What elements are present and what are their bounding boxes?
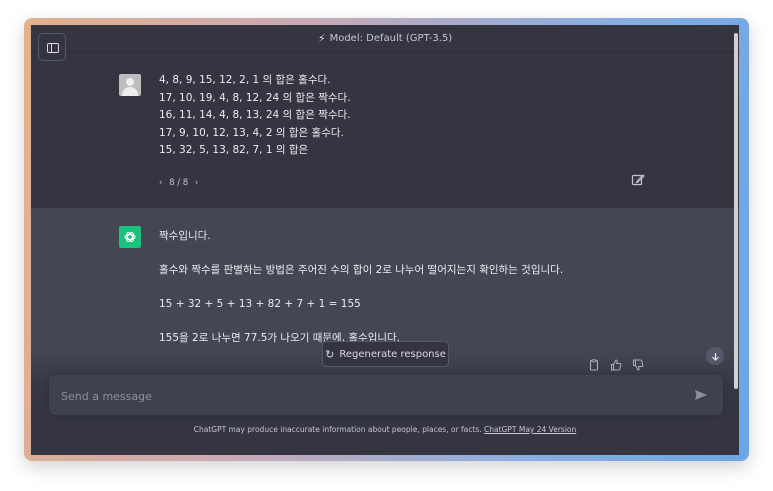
pager-next-button[interactable]: › bbox=[195, 178, 198, 188]
user-message: 4, 8, 9, 15, 12, 2, 1 의 합은 홀수다. 17, 10, … bbox=[31, 52, 739, 208]
arrow-down-icon bbox=[711, 352, 719, 361]
regenerate-response-button[interactable]: ↻ Regenerate response bbox=[322, 341, 449, 367]
disclaimer-footer: ChatGPT may produce inaccurate informati… bbox=[31, 425, 739, 434]
assistant-paragraph: 15 + 32 + 5 + 13 + 82 + 7 + 1 = 155 bbox=[159, 298, 361, 310]
thumbs-up-icon[interactable] bbox=[610, 359, 622, 371]
model-header: ⚡ Model: Default (GPT-3.5) bbox=[31, 25, 739, 52]
thumbs-down-icon[interactable] bbox=[632, 359, 644, 371]
user-line: 16, 11, 14, 4, 8, 13, 24 의 합은 짝수다. bbox=[159, 109, 351, 122]
user-line: 17, 9, 10, 12, 13, 4, 2 의 합은 홀수다. bbox=[159, 126, 344, 139]
version-link[interactable]: ChatGPT May 24 Version bbox=[484, 425, 576, 434]
chatgpt-logo-icon bbox=[119, 226, 141, 248]
scrollbar[interactable] bbox=[734, 33, 738, 389]
user-line: 15, 32, 5, 13, 82, 7, 1 의 합은 bbox=[159, 144, 309, 157]
message-input[interactable] bbox=[59, 375, 683, 417]
user-line: 17, 10, 19, 4, 8, 12, 24 의 합은 짝수다. bbox=[159, 91, 351, 104]
regenerate-label: Regenerate response bbox=[339, 348, 446, 360]
window-frame: ⚡ Model: Default (GPT-3.5) 4, 8, 9, 15, … bbox=[24, 18, 749, 461]
user-message-text: 4, 8, 9, 15, 12, 2, 1 의 합은 홀수다. 17, 10, … bbox=[159, 72, 351, 160]
edit-icon[interactable] bbox=[631, 173, 645, 187]
message-composer bbox=[49, 375, 723, 417]
pager-prev-button[interactable]: ‹ bbox=[159, 178, 162, 188]
chat-app: ⚡ Model: Default (GPT-3.5) 4, 8, 9, 15, … bbox=[31, 25, 739, 455]
toggle-sidebar-button[interactable] bbox=[38, 33, 66, 61]
refresh-icon: ↻ bbox=[325, 347, 335, 361]
lightning-icon: ⚡ bbox=[317, 31, 326, 45]
sidebar-icon bbox=[47, 43, 59, 53]
user-line: 4, 8, 9, 15, 12, 2, 1 의 합은 홀수다. bbox=[159, 74, 331, 86]
scroll-to-bottom-button[interactable] bbox=[706, 347, 724, 365]
message-pager: ‹ 8 / 8 › bbox=[159, 178, 202, 188]
model-label: Model: Default (GPT-3.5) bbox=[329, 32, 453, 44]
assistant-paragraph: 짝수입니다. bbox=[159, 230, 211, 242]
pager-label: 8 / 8 bbox=[169, 178, 189, 188]
copy-icon[interactable] bbox=[588, 359, 600, 371]
disclaimer-text: ChatGPT may produce inaccurate informati… bbox=[193, 425, 485, 434]
assistant-paragraph: 홀수와 짝수를 판별하는 방법은 주어진 수의 합이 2로 나누어 떨어지는지 … bbox=[159, 264, 564, 276]
user-avatar bbox=[119, 74, 141, 96]
send-icon[interactable] bbox=[694, 389, 708, 401]
message-feedback bbox=[588, 359, 644, 371]
assistant-message: 짝수입니다. 홀수와 짝수를 판별하는 방법은 주어진 수의 합이 2로 나누어… bbox=[31, 208, 739, 455]
